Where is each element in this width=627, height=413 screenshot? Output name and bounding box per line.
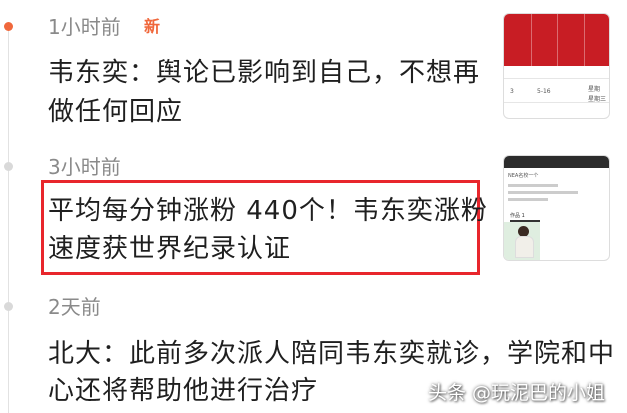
thumbnail-text: 3 [510, 88, 514, 95]
news-headline[interactable]: 北大：此前多次派人陪同韦东奕就诊，学院和中 [48, 335, 615, 374]
news-headline[interactable]: 韦东奕：舆论已影响到自己，不想再 [48, 54, 480, 93]
timeline-dot [4, 162, 13, 171]
news-headline[interactable]: 做任何回应 [48, 93, 183, 132]
thumbnail-text: 5-16 [537, 88, 551, 95]
thumbnail-tab: 作品 1 [510, 212, 540, 222]
thumbnail-text: NEA名校一个 [508, 173, 539, 179]
news-headline[interactable]: 速度获世界纪录认证 [48, 230, 291, 269]
thumbnail-divider [531, 14, 532, 66]
news-thumbnail[interactable]: 3 5-16 星期 星期三 [503, 13, 610, 119]
watermark: 头条 @玩泥巴的小姐 [428, 382, 606, 404]
item-time: 3小时前 [48, 155, 121, 179]
news-thumbnail[interactable]: NEA名校一个 作品 1 [503, 155, 610, 261]
thumbnail-text: 星期三 [588, 96, 607, 103]
timeline-dot [4, 302, 13, 311]
thumbnail-line [508, 198, 548, 201]
item-time: 2天前 [48, 295, 101, 319]
item-time: 1小时前 [48, 15, 121, 39]
timeline-line [8, 24, 9, 413]
thumbnail-line [508, 191, 578, 194]
thumbnail-divider [557, 14, 558, 66]
thumbnail-text: 星期 [588, 86, 601, 93]
timeline-dot-active [4, 22, 13, 31]
person-image [512, 226, 534, 258]
thumbnail-line [508, 184, 558, 187]
thumbnail-divider [584, 14, 585, 66]
thumbnail-status-bar [504, 156, 609, 168]
thumbnail-rule [504, 78, 609, 79]
news-headline[interactable]: 平均每分钟涨粉 440个！韦东奕涨粉 [48, 192, 488, 231]
new-badge: 新 [144, 17, 161, 36]
person-body [515, 236, 534, 258]
news-headline[interactable]: 心还将帮助他进行治疗 [48, 372, 318, 411]
